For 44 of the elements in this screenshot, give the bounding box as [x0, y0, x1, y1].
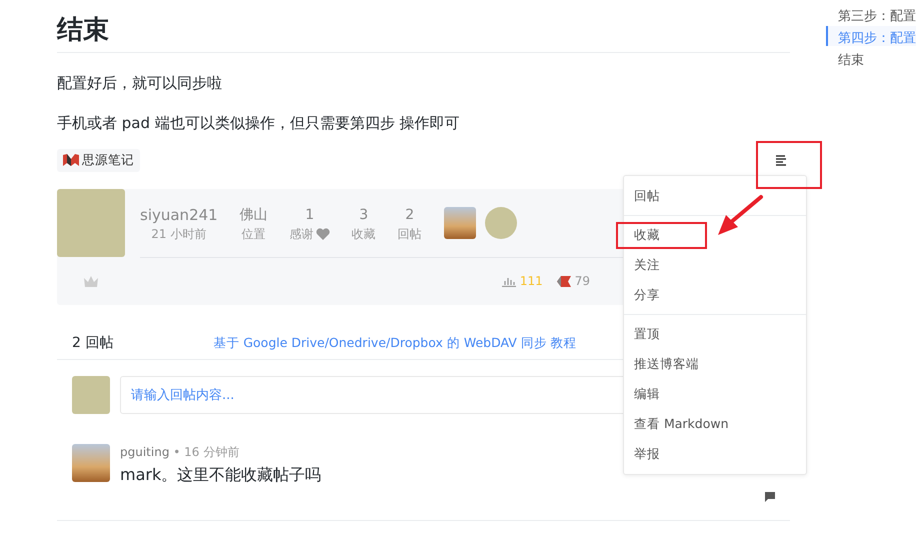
- menu-item[interactable]: 关注: [624, 254, 670, 276]
- paragraph: 配置好后，就可以同步啦: [57, 73, 223, 93]
- related-link[interactable]: 基于 Google Drive/Onedrive/Dropbox 的 WebDAV 同步 教程: [213, 334, 577, 352]
- point-count: 79: [574, 274, 590, 288]
- menu-button[interactable]: [775, 154, 787, 166]
- stat-value: 2: [405, 206, 414, 224]
- comment-author[interactable]: pguiting: [120, 445, 170, 459]
- menu-item[interactable]: 置顶: [624, 323, 670, 345]
- avatar: [444, 207, 476, 239]
- comment-icon[interactable]: [765, 492, 775, 502]
- stat-label: 位置: [242, 226, 266, 242]
- crown-icon: [83, 275, 99, 287]
- menu-item[interactable]: 收藏: [624, 224, 670, 246]
- stat-label: 回帖: [398, 226, 422, 242]
- comment-time: 16 分钟前: [184, 445, 240, 459]
- stat-value: 3: [359, 206, 368, 224]
- separator-dot: •: [173, 445, 180, 459]
- post-time: 21 小时前: [151, 226, 206, 242]
- toc-item[interactable]: 结束: [826, 48, 916, 68]
- paragraph: 手机或者 pad 端也可以类似操作，但只需要第四步 操作即可: [57, 113, 461, 133]
- bar-chart-icon: [502, 276, 516, 286]
- avatar: [72, 376, 110, 414]
- location: 佛山: [240, 206, 268, 224]
- reply-count: 2 回帖: [72, 334, 114, 352]
- comment-text: mark。这里不能收藏帖子吗: [120, 465, 322, 486]
- menu-icon: [775, 154, 787, 166]
- menu-item[interactable]: 查看 Markdown: [624, 413, 739, 435]
- avatar: [57, 189, 125, 257]
- view-count: 111: [520, 274, 543, 288]
- stat-label: 感谢: [290, 226, 314, 242]
- flag-icon: [556, 276, 571, 286]
- tag[interactable]: 思源笔记: [57, 148, 140, 172]
- menu-item[interactable]: 回帖: [624, 185, 670, 207]
- article-heading: 结束: [57, 14, 790, 53]
- stat-value: 1: [305, 206, 314, 224]
- menu-item[interactable]: 推送博客端: [624, 353, 709, 375]
- toc-item[interactable]: 第三步：配置: [826, 4, 916, 24]
- menu-item[interactable]: 举报: [624, 443, 670, 465]
- menu-item[interactable]: 编辑: [624, 383, 670, 405]
- menu-item[interactable]: 分享: [624, 284, 670, 306]
- book-logo-icon: [63, 154, 79, 166]
- avatar: [484, 207, 517, 239]
- stat-label: 收藏: [352, 226, 376, 242]
- avatar: [72, 444, 110, 482]
